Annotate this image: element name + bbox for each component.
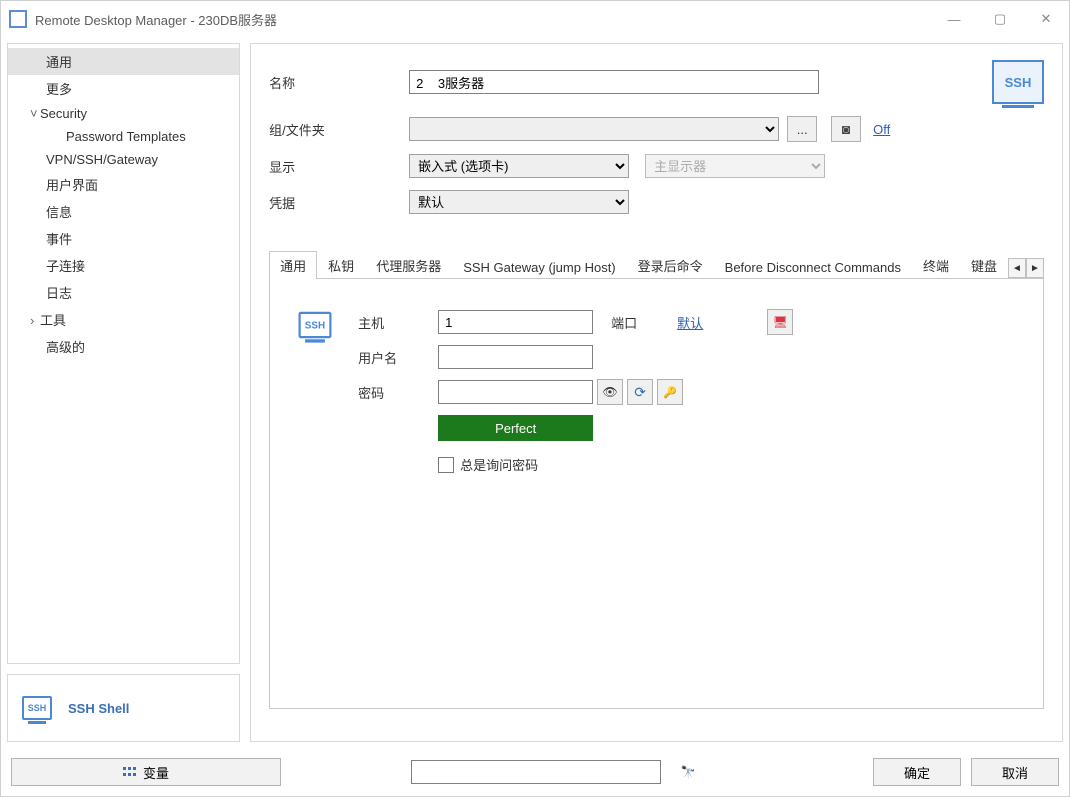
sidebar-item-label: 工具 [40, 313, 66, 328]
password-strength: Perfect [438, 415, 593, 441]
select-display[interactable]: 嵌入式 (选项卡) [409, 154, 629, 178]
ssh-icon: SSH [22, 696, 52, 720]
sidebar-item-label: Security [40, 106, 87, 121]
minimize-button[interactable]: — [931, 1, 977, 37]
tab-6[interactable]: 终端 [912, 251, 960, 279]
sidebar-item-4[interactable]: VPN/SSH/Gateway [8, 148, 239, 171]
window: Remote Desktop Manager - 230DB服务器 — ▢ ✕ … [0, 0, 1070, 797]
password-analyzer-button[interactable] [657, 379, 683, 405]
tab-scroll-left[interactable]: ◄ [1008, 258, 1026, 278]
type-badge[interactable]: SSH [992, 60, 1044, 104]
sidebar-item-8[interactable]: 子连接 [8, 252, 239, 279]
close-button[interactable]: ✕ [1023, 1, 1069, 37]
variables-button[interactable]: 变量 [11, 758, 281, 786]
app-icon [9, 10, 27, 28]
sidebar-item-label: 信息 [46, 205, 72, 220]
snapshot-button[interactable] [831, 116, 861, 142]
label-host: 主机 [358, 313, 438, 332]
ok-button[interactable]: 确定 [873, 758, 961, 786]
type-panel: SSH SSH Shell [7, 674, 240, 742]
titlebar: Remote Desktop Manager - 230DB服务器 — ▢ ✕ [1, 1, 1069, 37]
sidebar-item-label: 事件 [46, 232, 72, 247]
tab-7[interactable]: 键盘 [960, 251, 1008, 279]
checkbox-always-ask[interactable] [438, 457, 454, 473]
ssh-icon-inner: SSH [299, 312, 332, 338]
sidebar-item-2[interactable]: ˅Security [8, 102, 239, 125]
chevron-icon: ˅ [30, 106, 40, 121]
label-port: 端口 [611, 313, 637, 332]
label-group: 组/文件夹 [269, 120, 409, 139]
input-name[interactable] [409, 70, 819, 94]
link-port-default[interactable]: 默认 [677, 313, 703, 332]
tab-0[interactable]: 通用 [269, 251, 317, 279]
tab-4[interactable]: 登录后命令 [627, 251, 714, 279]
row-host: 主机 端口 默认 [358, 309, 1013, 335]
sidebar-item-3[interactable]: Password Templates [8, 125, 239, 148]
browse-group-button[interactable]: ... [787, 116, 817, 142]
sidebar-item-label: 子连接 [46, 259, 85, 274]
sidebar: 通用更多 ˅Security Password Templates VPN/SSH/G… [7, 43, 240, 742]
tab-3[interactable]: SSH Gateway (jump Host) [452, 255, 626, 279]
footer-search-input[interactable] [411, 760, 661, 784]
label-username: 用户名 [358, 348, 438, 367]
sidebar-item-label: Password Templates [66, 129, 186, 144]
tabs-row: 通用私钥代理服务器SSH Gateway (jump Host)登录后命令Bef… [269, 250, 1044, 279]
label-name: 名称 [269, 73, 409, 92]
sidebar-item-5[interactable]: 用户界面 [8, 171, 239, 198]
sidebar-item-9[interactable]: 日志 [8, 279, 239, 306]
sidebar-item-10[interactable]: ›工具 [8, 306, 239, 333]
sidebar-item-label: 高级的 [46, 340, 85, 355]
variables-label: 变量 [143, 763, 169, 782]
grid-icon [123, 767, 137, 777]
tab-body-general: SSH 主机 端口 默认 [269, 279, 1044, 709]
label-password: 密码 [358, 383, 438, 402]
nav-panel: 通用更多 ˅Security Password Templates VPN/SSH/G… [7, 43, 240, 664]
maximize-button[interactable]: ▢ [977, 1, 1023, 37]
select-credentials[interactable]: 默认 [409, 190, 629, 214]
sidebar-item-0[interactable]: 通用 [8, 48, 239, 75]
sidebar-item-11[interactable]: 高级的 [8, 333, 239, 360]
search-icon[interactable] [675, 759, 701, 785]
sidebar-item-label: 日志 [46, 286, 72, 301]
main-panel: 名称 SSH 组/文件夹 ... Off 显示 嵌入式 (选项卡) [250, 43, 1063, 742]
footer: 变量 确定 取消 [1, 748, 1069, 796]
sidebar-item-label: 用户界面 [46, 178, 98, 193]
sidebar-item-6[interactable]: 信息 [8, 198, 239, 225]
row-always-ask: 总是询问密码 [438, 455, 1013, 474]
tabs: 通用私钥代理服务器SSH Gateway (jump Host)登录后命令Bef… [269, 250, 1044, 709]
sidebar-item-label: VPN/SSH/Gateway [46, 152, 158, 167]
select-monitor: 主显示器 [645, 154, 825, 178]
tab-scroll-right[interactable]: ► [1026, 258, 1044, 278]
label-credentials: 凭据 [269, 193, 409, 212]
input-host[interactable] [438, 310, 593, 334]
tab-2[interactable]: 代理服务器 [365, 251, 452, 279]
label-always-ask: 总是询问密码 [460, 455, 538, 474]
generate-password-button[interactable] [627, 379, 653, 405]
type-label: SSH Shell [68, 701, 129, 716]
sidebar-item-7[interactable]: 事件 [8, 225, 239, 252]
sidebar-item-label: 更多 [46, 82, 72, 97]
window-title: Remote Desktop Manager - 230DB服务器 [35, 10, 931, 29]
chevron-icon: › [30, 313, 40, 328]
input-username[interactable] [438, 345, 593, 369]
off-link[interactable]: Off [873, 122, 890, 137]
row-name: 名称 SSH [269, 60, 1044, 104]
row-display: 显示 嵌入式 (选项卡) 主显示器 [269, 154, 1044, 178]
tab-5[interactable]: Before Disconnect Commands [714, 255, 912, 279]
display-settings-button[interactable] [767, 309, 793, 335]
row-password: 密码 [358, 379, 1013, 405]
sidebar-item-label: 通用 [46, 55, 72, 70]
row-credentials: 凭据 默认 [269, 190, 1044, 214]
select-group[interactable] [409, 117, 779, 141]
label-display: 显示 [269, 157, 409, 176]
row-username: 用户名 [358, 345, 1013, 369]
tab-scroll: ◄ ► [1008, 258, 1044, 278]
cancel-button[interactable]: 取消 [971, 758, 1059, 786]
input-password[interactable] [438, 380, 593, 404]
reveal-password-button[interactable] [597, 379, 623, 405]
content-area: 通用更多˅SecurityPassword TemplatesVPN/SSH/G… [1, 37, 1069, 748]
row-group: 组/文件夹 ... Off [269, 116, 1044, 142]
sidebar-item-1[interactable]: 更多 [8, 75, 239, 102]
tab-1[interactable]: 私钥 [317, 251, 365, 279]
